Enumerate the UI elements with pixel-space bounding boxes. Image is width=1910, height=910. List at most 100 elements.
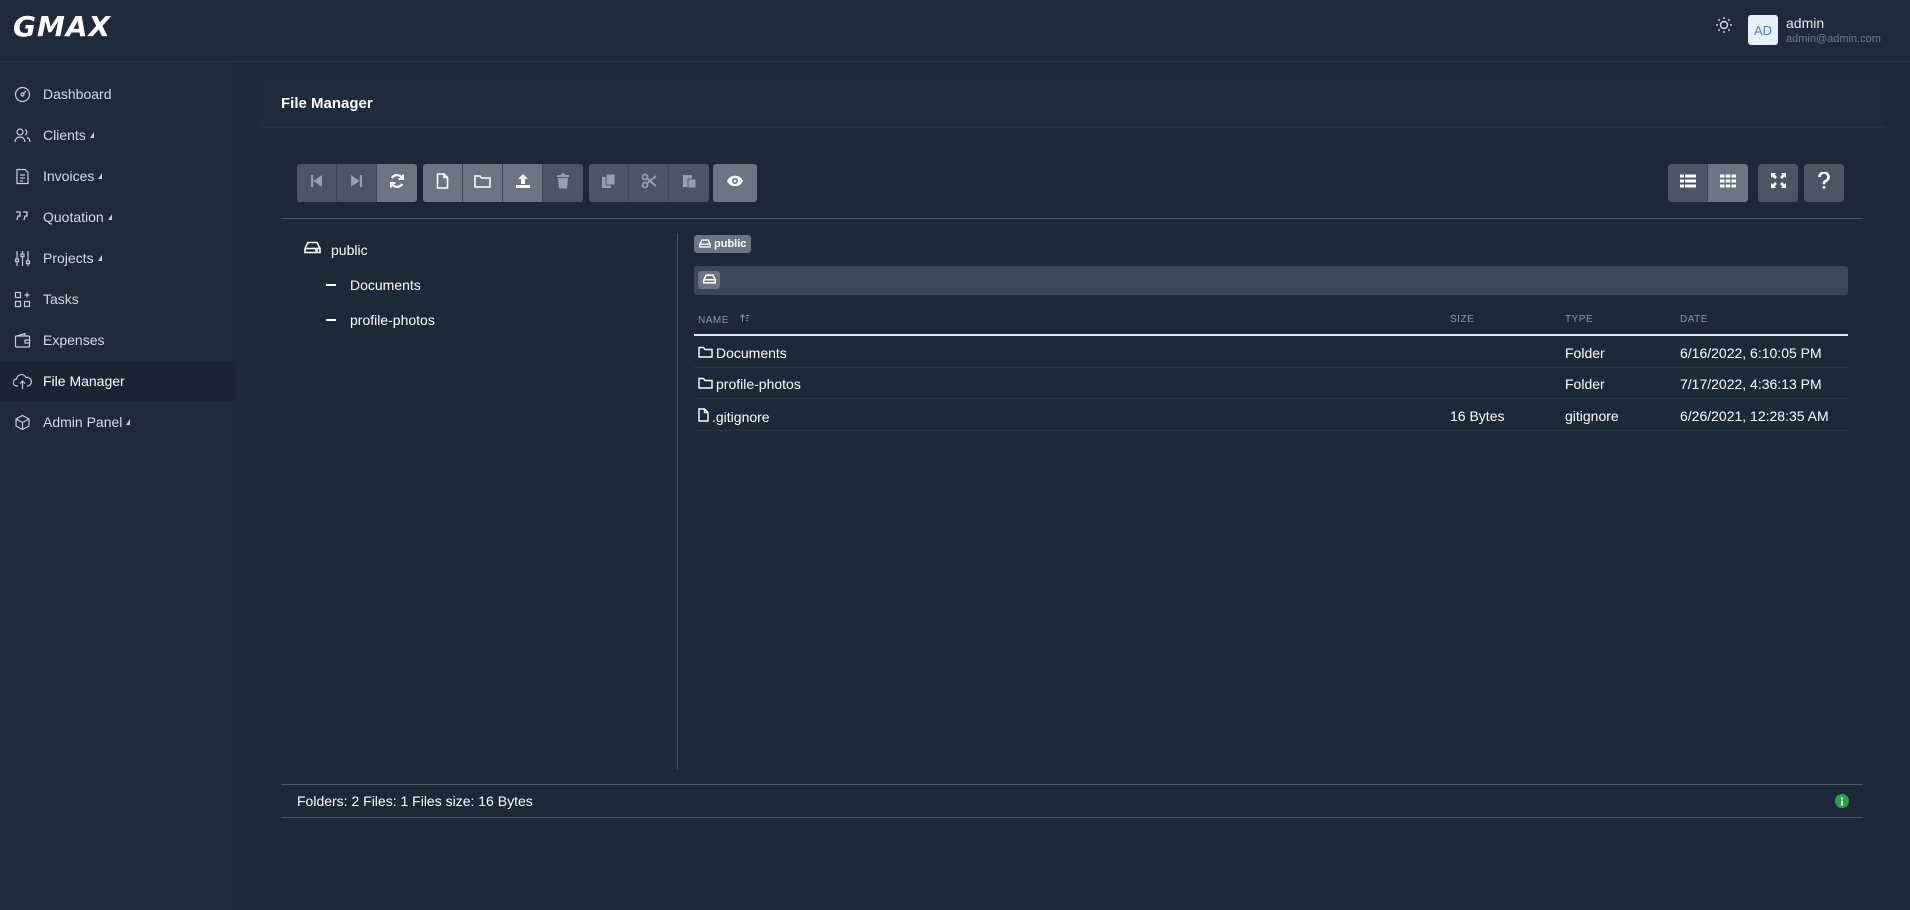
folder-icon (698, 376, 716, 392)
fullscreen-button-group (1758, 164, 1798, 202)
sidebar-item-expenses[interactable]: Expenses (0, 320, 236, 360)
caret-icon (107, 214, 112, 220)
sidebar-item-label: Invoices (43, 168, 95, 184)
paste-icon (682, 173, 697, 194)
hard-drive-icon (702, 271, 716, 289)
file-name: Documents (716, 345, 787, 361)
file-icon (698, 408, 712, 425)
wallet-icon (12, 330, 32, 350)
file-date: 6/26/2021, 12:28:35 AM (1680, 408, 1829, 424)
column-header-label: NAME (698, 315, 729, 326)
preview-button[interactable] (713, 164, 757, 202)
disk-badge[interactable]: public (694, 235, 752, 253)
sidebar-item-quotation[interactable]: Quotation (0, 197, 236, 237)
table-row[interactable]: Documents Folder 6/16/2022, 6:10:05 PM (694, 337, 1848, 368)
refresh-button[interactable] (377, 164, 417, 202)
sidebar-item-label: Projects (43, 250, 94, 266)
step-back-icon (310, 174, 323, 193)
question-icon (1818, 171, 1830, 194)
folder-icon (698, 345, 716, 361)
tree-root[interactable]: public (304, 240, 368, 260)
grid-view-button[interactable] (1708, 164, 1748, 202)
view-button-group (1668, 164, 1748, 202)
card-header: File Manager (260, 78, 1885, 128)
toolbar-divider (281, 218, 1863, 219)
list-view-icon (1679, 174, 1696, 193)
new-file-button[interactable] (423, 164, 463, 202)
sidebar-item-label: Admin Panel (43, 414, 123, 430)
cloud-upload-icon (12, 371, 32, 391)
copy-button[interactable] (589, 164, 629, 202)
sidebar-item-file-manager[interactable]: File Manager (0, 361, 236, 401)
sidebar-item-label: Quotation (43, 209, 104, 225)
refresh-icon (389, 173, 405, 194)
sidebar-item-label: Expenses (43, 332, 105, 348)
nav-button-group (297, 164, 417, 202)
eye-icon (726, 174, 744, 192)
new-folder-icon (474, 174, 491, 193)
back-button[interactable] (297, 164, 337, 202)
table-row[interactable]: profile-photos Folder 7/17/2022, 4:36:13… (694, 368, 1848, 399)
file-size: 16 Bytes (1450, 408, 1505, 424)
sidebar-item-admin-panel[interactable]: Admin Panel (0, 402, 236, 442)
tree-item-label: Documents (350, 277, 421, 293)
info-icon[interactable] (1835, 794, 1849, 808)
forward-button[interactable] (337, 164, 377, 202)
path-root-button[interactable] (698, 271, 720, 289)
footer-divider-top (281, 784, 1863, 785)
list-view-button[interactable] (1668, 164, 1708, 202)
sidebar-item-clients[interactable]: Clients (0, 115, 236, 155)
new-folder-button[interactable] (463, 164, 503, 202)
sidebar-item-dashboard[interactable]: Dashboard (0, 74, 236, 114)
preview-button-group (713, 164, 757, 202)
file-date: 6/16/2022, 6:10:05 PM (1680, 345, 1822, 361)
disk-badge-label: public (714, 238, 747, 250)
grid-view-icon (1720, 174, 1736, 193)
column-header-date[interactable]: DATE (1680, 314, 1708, 325)
sidebar-item-label: Dashboard (43, 86, 112, 102)
copy-icon (601, 173, 616, 194)
logo[interactable]: GMAX (13, 10, 111, 43)
panel-splitter[interactable] (677, 233, 678, 769)
file-button-group (423, 164, 583, 202)
column-header-name[interactable]: NAME (698, 314, 750, 326)
cut-button[interactable] (629, 164, 669, 202)
column-header-size[interactable]: SIZE (1450, 314, 1474, 325)
status-text: Folders: 2 Files: 1 Files size: 16 Bytes (297, 793, 533, 809)
sidebar-item-tasks[interactable]: Tasks (0, 279, 236, 319)
sidebar-item-invoices[interactable]: Invoices (0, 156, 236, 196)
help-button-group (1804, 164, 1844, 202)
footer-divider-bottom (281, 817, 1863, 818)
tree-item-profile-photos[interactable]: profile-photos (326, 310, 435, 330)
trash-icon (556, 173, 570, 194)
gauge-icon (12, 84, 32, 104)
step-forward-icon (350, 174, 363, 193)
help-button[interactable] (1804, 164, 1844, 202)
apps-icon (12, 289, 32, 309)
expand-icon (1770, 173, 1786, 193)
column-header-type[interactable]: TYPE (1565, 314, 1593, 325)
file-type: Folder (1565, 376, 1605, 392)
file-name: profile-photos (716, 376, 801, 392)
delete-button[interactable] (543, 164, 583, 202)
tree-root-label: public (331, 242, 368, 258)
file-name: .gitignore (712, 408, 770, 425)
paste-button[interactable] (669, 164, 709, 202)
table-row[interactable]: .gitignore 16 Bytes gitignore 6/26/2021,… (694, 400, 1848, 431)
avatar[interactable]: AD (1748, 15, 1778, 45)
upload-button[interactable] (503, 164, 543, 202)
dash-icon (326, 319, 336, 321)
users-icon (12, 125, 32, 145)
sort-icon (740, 314, 750, 326)
hard-drive-icon (304, 241, 321, 259)
user-email: admin@admin.com (1786, 33, 1881, 45)
user-name[interactable]: admin (1786, 15, 1824, 31)
file-type: gitignore (1565, 408, 1619, 424)
hard-drive-icon (699, 235, 711, 253)
sidebar-item-projects[interactable]: Projects (0, 238, 236, 278)
caret-icon (126, 419, 131, 425)
tree-item-documents[interactable]: Documents (326, 275, 421, 295)
table-header-line (694, 334, 1848, 336)
fullscreen-button[interactable] (1758, 164, 1798, 202)
sun-icon[interactable] (1714, 15, 1734, 35)
